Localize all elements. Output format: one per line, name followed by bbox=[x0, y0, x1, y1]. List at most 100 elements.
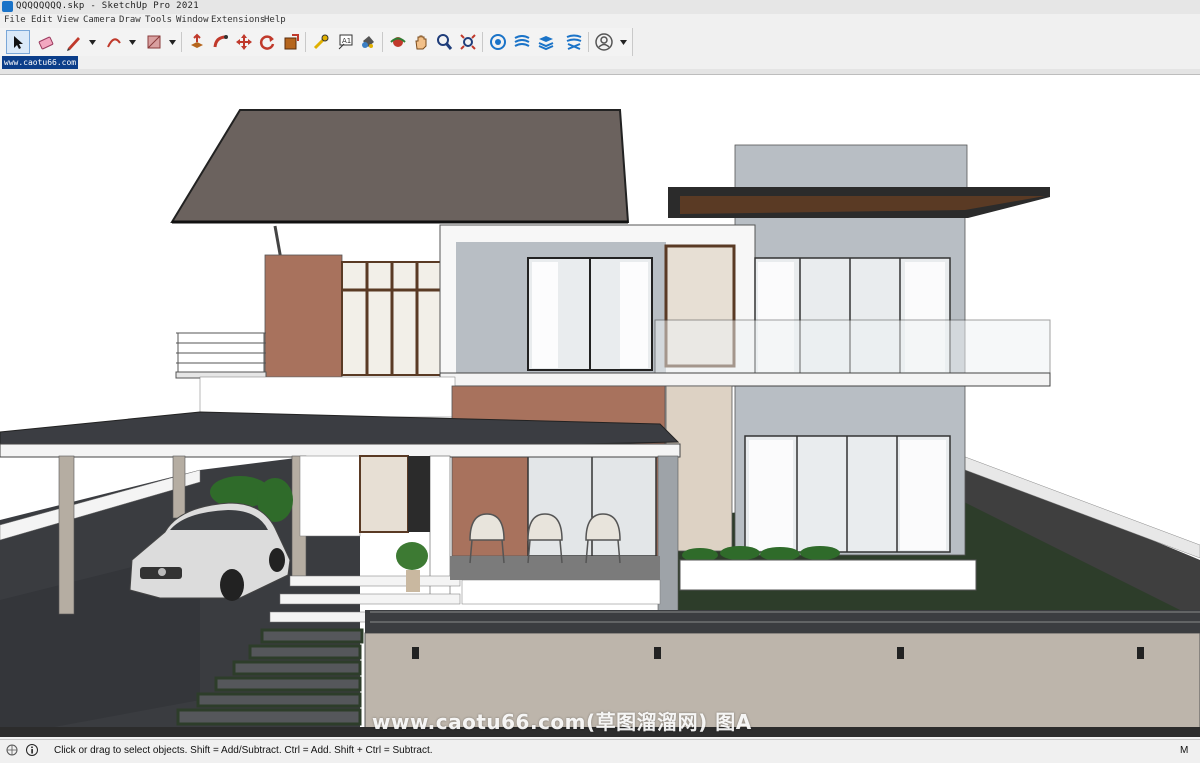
chevron-down-icon[interactable] bbox=[128, 38, 137, 46]
toolbar-separator bbox=[382, 32, 383, 52]
main-roof bbox=[170, 109, 630, 223]
pencil-icon bbox=[67, 37, 80, 51]
curtain bbox=[900, 440, 946, 550]
porch-step bbox=[279, 593, 461, 605]
menu-tools[interactable]: Tools bbox=[145, 15, 172, 25]
layout-icon bbox=[538, 36, 554, 51]
watermark: www.caotu66.com(草图溜溜网) 图A bbox=[372, 710, 752, 734]
select-tool-button[interactable] bbox=[6, 30, 30, 54]
porch-column bbox=[657, 455, 679, 632]
follow-me-tool-button[interactable] bbox=[209, 30, 233, 54]
scale-tool-button[interactable] bbox=[279, 30, 303, 54]
follow-me-icon bbox=[213, 35, 228, 48]
curtain bbox=[532, 262, 558, 368]
paint-bucket-icon bbox=[362, 36, 374, 48]
push-pull-tool-button[interactable] bbox=[185, 30, 209, 54]
main-toolbar: A1 bbox=[0, 28, 633, 56]
menu-window[interactable]: Window bbox=[176, 15, 209, 25]
geolocation-icon[interactable] bbox=[6, 744, 18, 756]
house-model-render bbox=[0, 109, 1200, 737]
menu-help[interactable]: Help bbox=[264, 15, 286, 25]
arrow-cursor-icon bbox=[14, 36, 23, 49]
eraser-tool-button[interactable] bbox=[34, 30, 58, 54]
carport-column bbox=[58, 455, 75, 615]
menu-file[interactable]: File bbox=[4, 15, 26, 25]
entrance-door bbox=[359, 455, 409, 533]
potted-plant bbox=[396, 542, 428, 570]
extension-warehouse-button[interactable] bbox=[510, 30, 534, 54]
porch-column bbox=[429, 455, 451, 597]
rotate-icon bbox=[259, 35, 275, 50]
3d-warehouse-button[interactable] bbox=[486, 30, 510, 54]
orbit-tool-button[interactable] bbox=[386, 30, 410, 54]
menu-bar: File Edit View Camera Draw Tools Window … bbox=[0, 14, 1200, 28]
menu-draw[interactable]: Draw bbox=[119, 15, 141, 25]
chevron-down-icon[interactable] bbox=[88, 38, 97, 46]
push-pull-icon bbox=[191, 33, 203, 48]
carport-column bbox=[172, 455, 186, 519]
chevron-down-icon[interactable] bbox=[168, 38, 177, 46]
extension-manager-button[interactable] bbox=[562, 30, 586, 54]
curtain bbox=[620, 262, 648, 368]
warehouse-icon bbox=[490, 34, 506, 50]
plant-pot bbox=[406, 570, 420, 592]
text-tool-button[interactable]: A1 bbox=[333, 30, 357, 54]
status-bar: Click or drag to select objects. Shift =… bbox=[0, 739, 1200, 763]
toolbar-separator bbox=[181, 32, 182, 52]
line-tool-button[interactable] bbox=[62, 30, 86, 54]
window-title: QQQQQQQQ.skp - SketchUp Pro 2021 bbox=[16, 1, 199, 11]
move-tool-button[interactable] bbox=[232, 30, 256, 54]
entrance-wall bbox=[299, 455, 361, 537]
sketchup-app-icon bbox=[2, 1, 13, 12]
scene-tab[interactable]: www.caotu66.com bbox=[2, 56, 78, 69]
left-balcony-railing bbox=[176, 332, 266, 372]
toolbar-separator bbox=[482, 32, 483, 52]
tape-measure-icon bbox=[313, 34, 329, 50]
menu-view[interactable]: View bbox=[57, 15, 79, 25]
title-bar: QQQQQQQQ.skp - SketchUp Pro 2021 bbox=[0, 0, 1200, 15]
pan-hand-icon bbox=[415, 35, 427, 50]
tape-measure-tool-button[interactable] bbox=[309, 30, 333, 54]
curtain bbox=[749, 440, 793, 550]
shapes-tool-button[interactable] bbox=[142, 30, 166, 54]
entrance-opening bbox=[408, 456, 430, 532]
planter-box bbox=[679, 559, 977, 591]
rectangle-icon bbox=[147, 35, 161, 49]
zoom-extents-tool-button[interactable] bbox=[456, 30, 480, 54]
move-icon bbox=[236, 34, 252, 50]
measurements-box-label[interactable]: M bbox=[1180, 745, 1188, 756]
eraser-icon bbox=[38, 36, 54, 50]
chevron-down-icon[interactable] bbox=[619, 38, 628, 46]
info-icon[interactable] bbox=[26, 744, 38, 756]
carport-fascia bbox=[0, 443, 681, 458]
arc-tool-button[interactable] bbox=[102, 30, 126, 54]
scale-icon bbox=[284, 34, 299, 50]
zoom-extents-icon bbox=[460, 34, 476, 50]
pan-tool-button[interactable] bbox=[409, 30, 433, 54]
rotate-tool-button[interactable] bbox=[255, 30, 279, 54]
extension-manager-icon bbox=[566, 34, 582, 50]
menu-extensions[interactable]: Extensions bbox=[211, 15, 265, 25]
toolbar-separator bbox=[588, 32, 589, 52]
extension-icon bbox=[514, 35, 530, 47]
text-icon: A1 bbox=[338, 34, 353, 50]
arc-icon bbox=[107, 38, 121, 48]
toolbar-separator bbox=[305, 32, 306, 52]
status-message: Click or drag to select objects. Shift =… bbox=[54, 745, 433, 756]
glass-balustrade bbox=[654, 319, 1051, 374]
menu-edit[interactable]: Edit bbox=[31, 15, 53, 25]
user-icon bbox=[595, 33, 613, 51]
lower-left-wall bbox=[199, 376, 456, 418]
account-button[interactable] bbox=[592, 30, 616, 54]
zoom-tool-button[interactable] bbox=[432, 30, 456, 54]
upper-floor-slab bbox=[439, 372, 1051, 387]
layout-button[interactable] bbox=[534, 30, 558, 54]
porch-floor bbox=[450, 556, 660, 580]
porch-step bbox=[289, 575, 461, 587]
zoom-icon bbox=[437, 34, 453, 50]
paint-bucket-tool-button[interactable] bbox=[356, 30, 380, 54]
upper-brick-wall bbox=[264, 254, 343, 378]
menu-camera[interactable]: Camera bbox=[83, 15, 116, 25]
model-viewport[interactable] bbox=[0, 75, 1200, 737]
svg-text:A1: A1 bbox=[342, 37, 351, 45]
